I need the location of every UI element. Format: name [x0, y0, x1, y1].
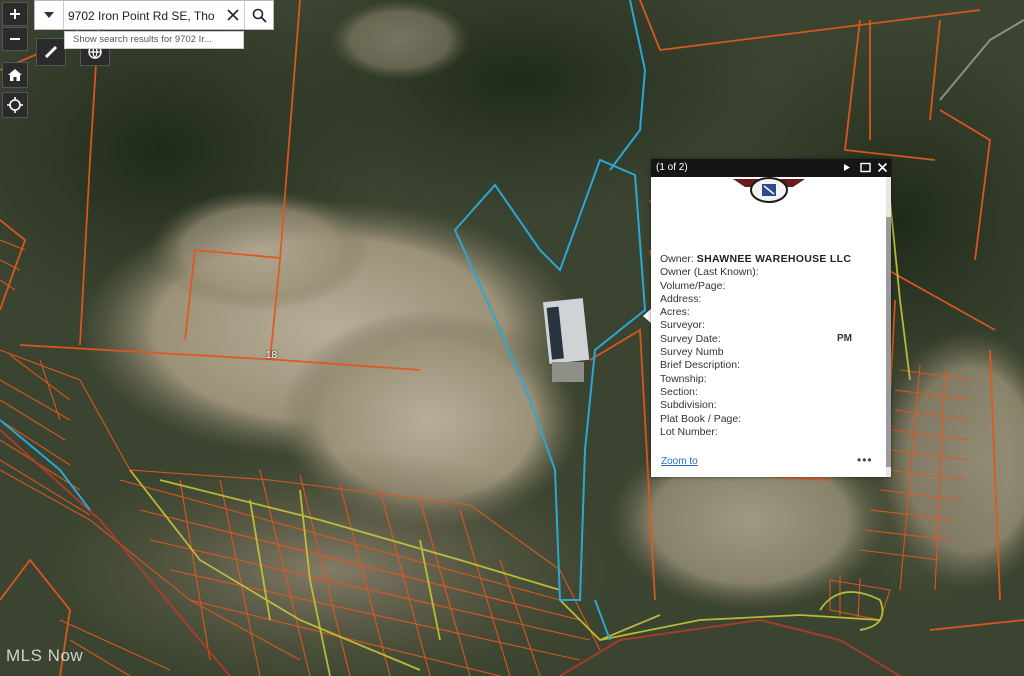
- plus-icon: [10, 9, 20, 19]
- zoom-out-button[interactable]: [2, 27, 28, 51]
- attribute-row: Volume/Page:: [660, 280, 851, 293]
- attribute-label: Acres:: [660, 306, 690, 319]
- attribute-label: Section:: [660, 385, 698, 398]
- attribute-label: Volume/Page:: [660, 279, 726, 292]
- popup-scroll-thumb[interactable]: [886, 217, 891, 467]
- search-source-dropdown[interactable]: [35, 1, 64, 29]
- ruler-icon: [44, 45, 58, 59]
- attribute-row: Owner (Last Known):: [660, 266, 851, 279]
- attribute-row: Survey Date:: [660, 333, 851, 346]
- popup-titlebar: (1 of 2): [651, 159, 891, 177]
- attribute-label: Address:: [660, 292, 702, 305]
- attribute-row: Subdivision:: [660, 399, 851, 412]
- measure-button[interactable]: [36, 38, 66, 66]
- attribute-value: SHAWNEE WAREHOUSE LLC: [696, 253, 852, 265]
- survey-date-fragment: PM: [837, 333, 852, 344]
- attribute-row: Brief Description:: [660, 359, 851, 372]
- attribute-row: Township:: [660, 373, 851, 386]
- locate-icon: [7, 97, 23, 113]
- county-logo-icon: [733, 177, 805, 203]
- zoom-to-link[interactable]: Zoom to: [661, 456, 698, 467]
- search-button[interactable]: [244, 1, 273, 29]
- attribute-list: Owner: SHAWNEE WAREHOUSE LLC Owner (Last …: [660, 253, 851, 439]
- attribute-row: Lot Number:: [660, 426, 851, 439]
- attribute-row: Address:: [660, 293, 851, 306]
- maximize-icon[interactable]: [859, 161, 872, 174]
- home-icon: [8, 69, 22, 81]
- clear-search-button[interactable]: [222, 1, 244, 29]
- attribute-row: Owner: SHAWNEE WAREHOUSE LLC: [660, 253, 851, 266]
- attribute-label: Township:: [660, 372, 707, 385]
- attribute-label: Survey Numb: [660, 346, 724, 359]
- watermark: MLS Now: [6, 646, 84, 665]
- minus-icon: [10, 38, 20, 40]
- attribute-label: Owner:: [660, 253, 694, 265]
- popup-counter: (1 of 2): [656, 162, 688, 173]
- search-icon: [252, 8, 267, 23]
- more-actions-button[interactable]: •••: [857, 453, 873, 467]
- search-input[interactable]: 9702 Iron Point Rd SE, Tho: [64, 1, 222, 29]
- zoom-in-button[interactable]: [2, 2, 28, 26]
- home-button[interactable]: [2, 62, 28, 88]
- caret-down-icon: [44, 12, 54, 18]
- attribute-row: Survey Numb: [660, 346, 851, 359]
- map-view[interactable]: 18 9702 Iron Point Rd SE, Tho Show searc…: [0, 0, 1024, 676]
- popup-body: Owner: SHAWNEE WAREHOUSE LLC Owner (Last …: [651, 177, 885, 477]
- parcel-number-label: 18: [266, 350, 278, 361]
- parcel-info-popup: (1 of 2) Owner: SHAWNEE WAREHOUSE LLC Own…: [651, 159, 891, 477]
- attribute-label: Survey Date:: [660, 332, 721, 345]
- next-feature-icon[interactable]: [840, 161, 853, 174]
- attribute-row: Plat Book / Page:: [660, 413, 851, 426]
- close-icon[interactable]: [876, 161, 889, 174]
- attribute-label: Surveyor:: [660, 319, 705, 332]
- attribute-label: Subdivision:: [660, 399, 717, 412]
- close-icon: [227, 9, 239, 21]
- attribute-label: Lot Number:: [660, 425, 718, 438]
- attribute-row: Acres:: [660, 306, 851, 319]
- locate-button[interactable]: [2, 92, 28, 118]
- attribute-row: Surveyor:: [660, 319, 851, 332]
- popup-scrollbar[interactable]: [886, 177, 891, 477]
- attribute-label: Plat Book / Page:: [660, 412, 742, 425]
- search-bar: 9702 Iron Point Rd SE, Tho: [34, 0, 274, 30]
- attribute-label: Owner (Last Known):: [660, 266, 759, 279]
- search-suggestion[interactable]: Show search results for 9702 Ir...: [64, 31, 244, 49]
- attribute-row: Section:: [660, 386, 851, 399]
- attribute-label: Brief Description:: [660, 359, 740, 372]
